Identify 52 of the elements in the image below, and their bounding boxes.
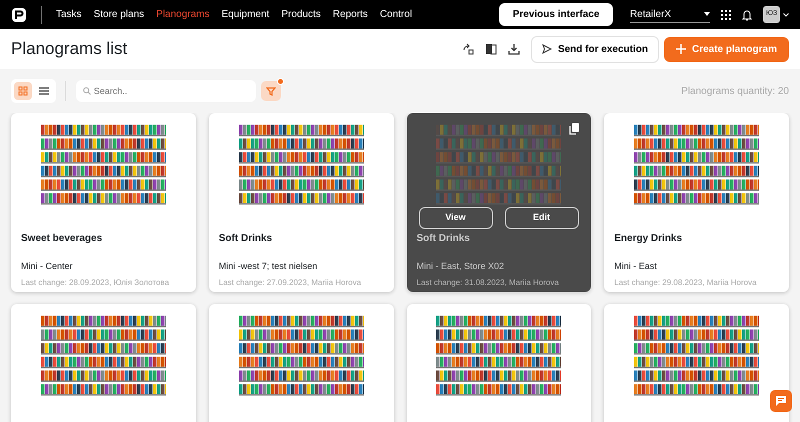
grid-icon: [18, 86, 28, 96]
send-button[interactable]: Send for execution: [531, 36, 659, 62]
store-name: Mini -west 7; test nielsen: [218, 260, 318, 273]
list-icon: [38, 86, 49, 96]
planogram-title: Soft Drinks: [218, 232, 274, 246]
planogram-title: Soft Drinks: [416, 232, 471, 246]
caret-icon: [704, 12, 710, 16]
retailer-dropdown[interactable]: RetailerX: [630, 6, 710, 22]
search-icon: [82, 87, 91, 95]
page-title: Planograms list: [11, 38, 128, 60]
apps-grid-icon[interactable]: [720, 10, 731, 20]
last-change: Last change: 28.09.2023, Юлія Золотова: [21, 276, 170, 288]
notification-dot: [277, 78, 284, 85]
bell-icon[interactable]: [742, 8, 752, 20]
filter-icon: [266, 86, 276, 96]
send-icon: [542, 44, 552, 54]
planogram-card[interactable]: View Edit Soft Drinks Mini - East, Store X02 Last change: 31.08.2023, Mariia Horova: [406, 113, 592, 292]
planogram-card[interactable]: Soft Drinks Mini -west 7; test nielsen Last change: 27.09.2023, Mariia Horova: [208, 113, 394, 292]
copy-icon[interactable]: [569, 123, 580, 135]
nav-link[interactable]: Control: [380, 7, 412, 22]
chat-button[interactable]: [770, 390, 792, 412]
store-name: Mini - Center: [21, 260, 74, 273]
nav-link[interactable]: Planograms: [156, 7, 210, 22]
planogram-count: Planograms quantity: 20: [681, 84, 789, 98]
previous-interface-button[interactable]: Previous interface: [498, 3, 614, 26]
compare-icon[interactable]: [485, 43, 498, 55]
nav-link[interactable]: Products: [281, 7, 321, 22]
filter-button[interactable]: [261, 81, 282, 101]
view-button[interactable]: View: [418, 207, 492, 229]
edit-button[interactable]: Edit: [504, 207, 578, 229]
dropdown-value: RetailerX: [630, 8, 672, 22]
store-name: Mini - East: [614, 260, 658, 273]
chat-icon: [775, 395, 787, 407]
chevron-down-icon[interactable]: [783, 12, 789, 16]
last-change: Last change: 31.08.2023, Mariia Horova: [416, 276, 560, 288]
plus-icon: [676, 44, 686, 54]
planogram-title: Energy Drinks: [614, 232, 684, 246]
planogram-title: Sweet beverages: [21, 232, 104, 246]
last-change: Last change: 29.08.2023, Mariia Horova: [614, 276, 758, 288]
swap-icon[interactable]: [462, 43, 474, 55]
planogram-card[interactable]: Energy Drinks Mini - East Last change: 29.08.2023, Mariia Horova: [604, 113, 789, 292]
store-name: Mini - East, Store X02: [416, 260, 506, 273]
nav-link[interactable]: Store plans: [94, 7, 144, 22]
logo-icon[interactable]: [11, 6, 27, 22]
nav-link[interactable]: Tasks: [56, 7, 82, 22]
download-icon[interactable]: [508, 43, 520, 55]
planogram-card[interactable]: Sweet beverages Mini - Center Last change: 28.09.2023, Юлія Золотова: [11, 113, 196, 292]
last-change: Last change: 27.09.2023, Mariia Horova: [218, 276, 362, 288]
search-field[interactable]: Search..: [76, 80, 256, 102]
nav-link[interactable]: Equipment: [222, 7, 270, 22]
nav-link[interactable]: Reports: [332, 7, 368, 22]
view-toggle[interactable]: [14, 82, 32, 100]
